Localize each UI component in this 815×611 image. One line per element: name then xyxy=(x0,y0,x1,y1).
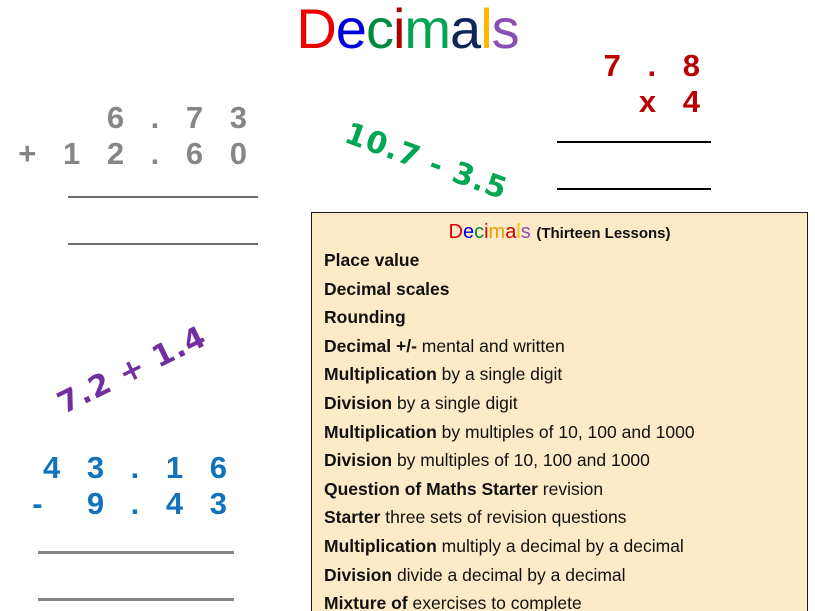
lesson-topic: Multiplication xyxy=(324,535,437,556)
mental-addition-note: 7.2 + 1.4 xyxy=(52,319,213,422)
subtraction-rule-upper xyxy=(38,551,234,554)
lesson-item: Rounding xyxy=(324,303,807,332)
title-letter-5: a xyxy=(450,0,481,60)
panel-title-letter-1: e xyxy=(462,221,475,243)
lesson-topic: Starter xyxy=(324,507,381,528)
lesson-item: Division divide a decimal by a decimal xyxy=(324,561,807,590)
lesson-topic: Division xyxy=(324,392,393,413)
lesson-item: Starter three sets of revision questions xyxy=(324,503,807,532)
addition-problem: 6 . 7 3 + 1 2 . 6 0 xyxy=(0,100,270,172)
lesson-item: Multiplication multiply a decimal by a d… xyxy=(324,532,807,561)
lesson-item: Place value xyxy=(324,246,807,275)
lesson-description: by a single digit xyxy=(436,364,563,385)
panel-title-letter-4: m xyxy=(488,221,506,243)
lesson-description: divide a decimal by a decimal xyxy=(392,564,626,585)
mental-subtraction-note: 10.7 - 3.5 xyxy=(340,116,513,208)
lesson-topic: Division xyxy=(324,450,393,471)
lesson-description: by multiples of 10, 100 and 1000 xyxy=(436,421,695,442)
subtraction-bottom-row: - 9 . 4 3 xyxy=(32,486,236,521)
panel-title-letter-0: D xyxy=(448,221,463,243)
lesson-item: Decimal +/- mental and written xyxy=(324,332,807,361)
lessons-panel-subtitle: (Thirteen Lessons) xyxy=(536,225,671,242)
lesson-description: multiply a decimal by a decimal xyxy=(436,535,684,556)
lessons-panel-header: Decimals (Thirteen Lessons) xyxy=(312,221,807,244)
lesson-item: Mixture of exercises to complete xyxy=(324,589,807,611)
lesson-description: exercises to complete xyxy=(407,593,582,611)
lessons-panel: Decimals (Thirteen Lessons) Place value D… xyxy=(311,212,808,611)
title-letter-4: m xyxy=(404,0,451,60)
lesson-topic: Mixture of xyxy=(324,593,408,611)
lesson-topic: Place value xyxy=(324,250,420,270)
title-letter-2: c xyxy=(365,0,394,60)
lesson-topic: Question of Maths Starter xyxy=(324,478,538,499)
multiplication-bottom-row: x 4 xyxy=(638,84,709,119)
lesson-description: by multiples of 10, 100 and 1000 xyxy=(392,450,650,471)
addition-top-row: 6 . 7 3 xyxy=(106,100,256,135)
lesson-item: Multiplication by multiples of 10, 100 a… xyxy=(324,418,807,447)
title-letter-0: D xyxy=(296,0,336,60)
lessons-panel-title: Decimals xyxy=(448,221,536,243)
lesson-topic: Multiplication xyxy=(324,421,437,442)
lesson-topic: Decimal scales xyxy=(324,278,450,299)
lesson-item: Division by a single digit xyxy=(324,389,807,418)
panel-title-letter-5: a xyxy=(505,221,517,243)
lesson-item: Question of Maths Starter revision xyxy=(324,475,807,504)
addition-bottom-row: + 1 2 . 6 0 xyxy=(18,136,256,171)
lesson-item: Multiplication by a single digit xyxy=(324,360,807,389)
subtraction-rule-lower xyxy=(38,598,234,601)
lesson-item: Division by multiples of 10, 100 and 100… xyxy=(324,446,807,475)
lesson-description: revision xyxy=(537,478,604,499)
lesson-topic: Division xyxy=(324,564,393,585)
multiplication-rule-lower xyxy=(557,188,711,190)
lesson-description: three sets of revision questions xyxy=(380,507,627,528)
multiplication-problem: 7 . 8 x 4 xyxy=(530,48,715,120)
multiplication-rule-upper xyxy=(557,141,711,143)
multiplication-top-row: 7 . 8 xyxy=(603,48,709,83)
lesson-item: Decimal scales xyxy=(324,275,807,304)
lessons-list: Place value Decimal scales Rounding Decimal… xyxy=(324,246,807,611)
subtraction-problem: 4 3 . 1 6 - 9 . 4 3 xyxy=(0,450,250,522)
title-letter-6: l xyxy=(480,0,492,60)
title-letter-1: e xyxy=(335,0,367,60)
addition-rule-lower xyxy=(68,243,258,245)
subtraction-top-row: 4 3 . 1 6 xyxy=(42,450,236,485)
lesson-description: by a single digit xyxy=(392,392,518,413)
panel-title-letter-7: s xyxy=(520,221,531,243)
lesson-topic: Multiplication xyxy=(324,364,437,385)
panel-title-letter-2: c xyxy=(474,221,485,243)
lesson-description: mental and written xyxy=(416,335,565,356)
addition-rule-upper xyxy=(68,196,258,198)
title-letter-7: s xyxy=(491,0,520,60)
title-letter-3: i xyxy=(392,0,405,60)
lesson-topic: Decimal +/- xyxy=(324,335,417,356)
lesson-topic: Rounding xyxy=(324,307,406,328)
